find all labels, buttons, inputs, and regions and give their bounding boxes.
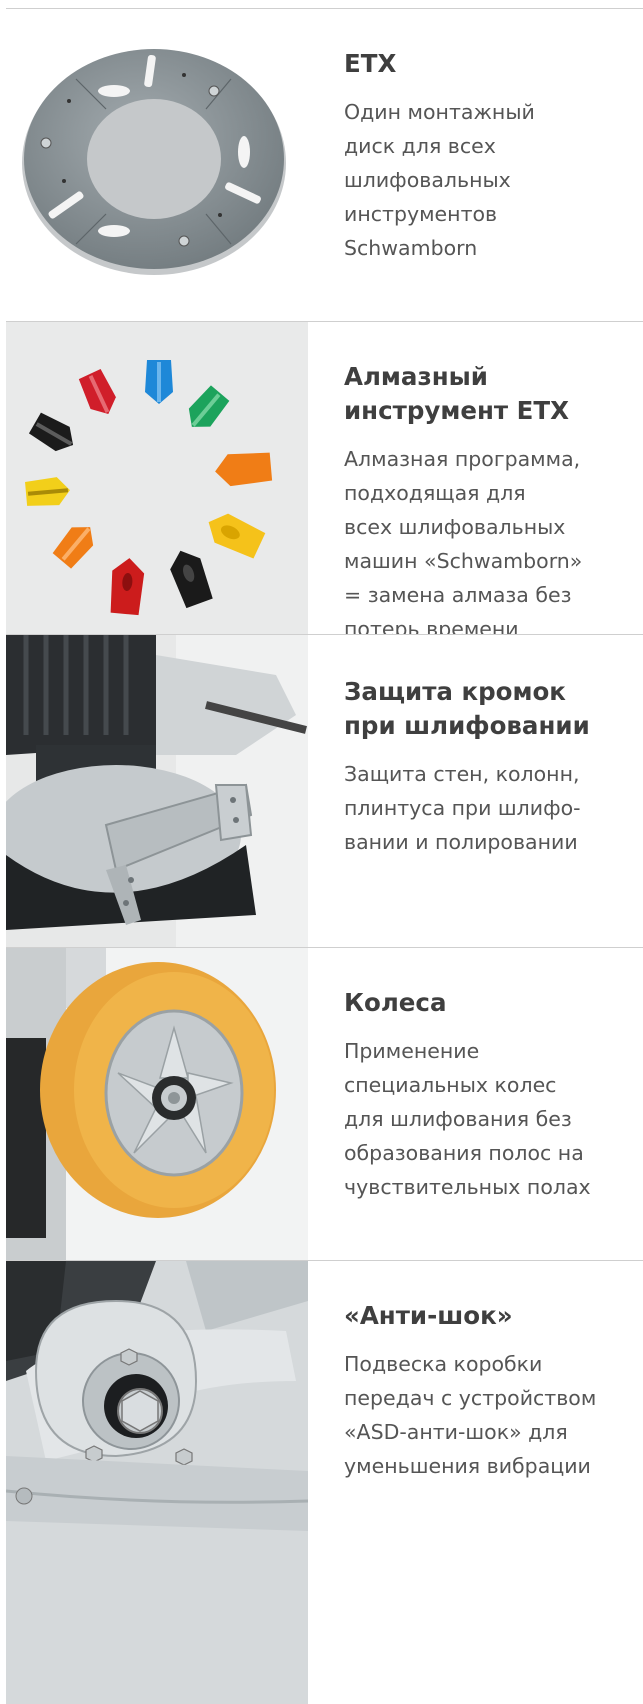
feature-row-anti-shock: «Анти-шок» Подвеска коробки передач с ус… — [6, 1260, 643, 1704]
diamond-tools-image — [6, 322, 308, 634]
feature-description: Подвеска коробки передач с устройством «… — [344, 1352, 597, 1478]
feature-title: Защита кромок при шлифовании — [344, 677, 590, 740]
feature-row-diamond: Алмазный инструмент ETX Алмазная програм… — [6, 321, 643, 641]
feature-row-wheels: Колеса Применение специальных колес для … — [6, 947, 643, 1260]
feature-description: Применение специальных колес для шлифова… — [344, 1039, 591, 1199]
feature-description: Защита стен, колонн, плинтуса при шлифо-… — [344, 762, 581, 854]
column-divider — [308, 1573, 643, 1704]
feature-title: Колеса — [344, 988, 447, 1017]
wheel-image — [6, 948, 308, 1260]
feature-row-edge-guard: Защита кромок при шлифовании Защита стен… — [6, 634, 643, 947]
feature-row-etx: ETX Один монтажный диск для всех шлифова… — [6, 8, 643, 321]
mounting-disc-image — [6, 9, 308, 321]
edge-guard-image — [6, 635, 308, 947]
feature-title: «Анти-шок» — [344, 1301, 513, 1330]
anti-shock-image — [6, 1261, 308, 1704]
feature-description: Один монтажный диск для всех шлифовальны… — [344, 100, 535, 260]
feature-title: Алмазный инструмент ETX — [344, 362, 569, 425]
feature-description: Алмазная программа, подходящая для всех … — [344, 447, 583, 641]
feature-title: ETX — [344, 49, 397, 78]
